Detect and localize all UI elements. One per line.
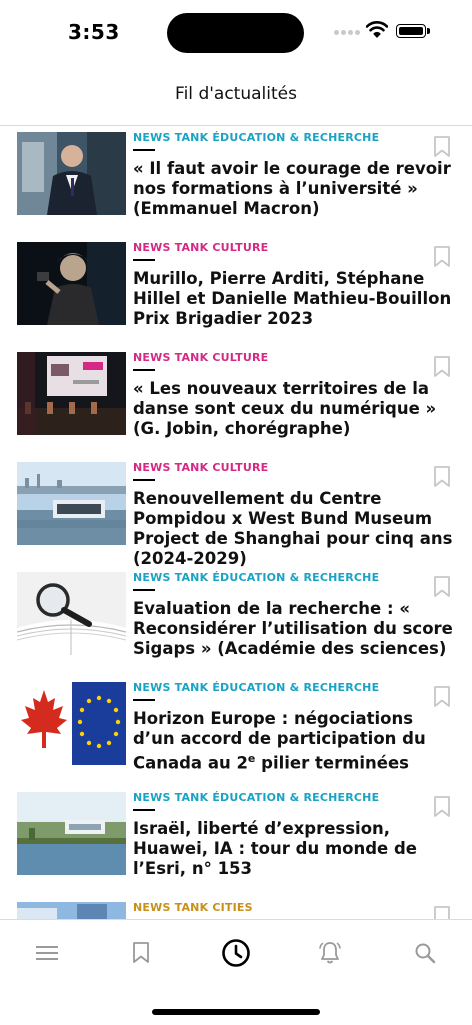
article-headline[interactable]: Renouvellement du Centre Pompidou x West… [133, 489, 453, 569]
news-item[interactable]: NEWS TANK ÉDUCATION & RECHERCHE Evaluati… [0, 566, 472, 676]
bookmark-icon[interactable] [433, 246, 451, 268]
news-item[interactable]: NEWS TANK CULTURE Renouvellement du Cent… [0, 456, 472, 569]
bell-icon [319, 942, 341, 964]
tab-news-feed[interactable] [219, 938, 253, 968]
news-item[interactable]: NEWS TANK CULTURE Murillo, Pierre Arditi… [0, 236, 472, 346]
category-divider [133, 479, 155, 481]
bookmark-icon[interactable] [433, 796, 451, 818]
category-label: NEWS TANK CITIES [133, 901, 253, 914]
category-divider [133, 369, 155, 371]
dynamic-island [167, 13, 304, 53]
category-label: NEWS TANK ÉDUCATION & RECHERCHE [133, 571, 380, 584]
clock-icon [222, 939, 250, 967]
bookmark-icon[interactable] [433, 136, 451, 158]
bookmark-icon [133, 942, 149, 963]
article-thumbnail [17, 132, 126, 215]
article-thumbnail [17, 572, 126, 655]
headline-text-end: pilier terminées [255, 753, 409, 773]
news-item[interactable]: NEWS TANK CULTURE « Les nouveaux territo… [0, 346, 472, 456]
article-thumbnail [17, 902, 126, 919]
menu-icon [36, 946, 58, 960]
wifi-icon [365, 20, 389, 38]
article-thumbnail [17, 352, 126, 435]
category-divider [133, 809, 155, 811]
article-thumbnail [17, 462, 126, 545]
bookmark-icon[interactable] [433, 356, 451, 378]
article-headline[interactable]: Evaluation de la recherche : « Reconsidé… [133, 599, 453, 659]
tab-search[interactable] [408, 938, 442, 968]
bookmark-icon[interactable] [433, 906, 451, 919]
news-item[interactable]: NEWS TANK ÉDUCATION & RECHERCHE Israël, … [0, 786, 472, 896]
home-indicator [152, 1009, 320, 1015]
article-headline[interactable]: Horizon Europe : négociations d’un accor… [133, 709, 453, 774]
category-divider [133, 699, 155, 701]
status-time: 3:53 [68, 20, 120, 44]
article-headline[interactable]: « Les nouveaux territoires de la danse s… [133, 379, 453, 439]
news-feed[interactable]: NEWS TANK ÉDUCATION & RECHERCHE « Il fau… [0, 126, 472, 919]
category-label: NEWS TANK CULTURE [133, 461, 269, 474]
bookmark-icon[interactable] [433, 466, 451, 488]
category-divider [133, 149, 155, 151]
category-label: NEWS TANK ÉDUCATION & RECHERCHE [133, 681, 380, 694]
news-item[interactable]: NEWS TANK ÉDUCATION & RECHERCHE Horizon … [0, 676, 472, 786]
news-item[interactable]: NEWS TANK ÉDUCATION & RECHERCHE « Il fau… [0, 126, 472, 236]
bookmark-icon[interactable] [433, 686, 451, 708]
news-item[interactable]: NEWS TANK CITIES [0, 896, 472, 919]
category-label: NEWS TANK CULTURE [133, 241, 269, 254]
article-thumbnail [17, 792, 126, 875]
battery-icon [396, 24, 430, 38]
category-label: NEWS TANK ÉDUCATION & RECHERCHE [133, 791, 380, 804]
category-label: NEWS TANK CULTURE [133, 351, 269, 364]
search-icon [415, 943, 436, 964]
status-bar: 3:53 [0, 0, 472, 64]
article-headline[interactable]: Israël, liberté d’expression, Huawei, IA… [133, 819, 453, 879]
category-label: NEWS TANK ÉDUCATION & RECHERCHE [133, 131, 380, 144]
tab-menu[interactable] [30, 938, 64, 968]
article-headline[interactable]: « Il faut avoir le courage de revoir nos… [133, 159, 453, 219]
tab-alerts[interactable] [313, 938, 347, 968]
page-title: Fil d'actualités [175, 84, 297, 104]
category-divider [133, 589, 155, 591]
bookmark-icon[interactable] [433, 576, 451, 598]
cellular-signal-icon [334, 28, 360, 36]
tab-bookmarks[interactable] [124, 938, 158, 968]
article-thumbnail [17, 242, 126, 325]
article-headline[interactable]: Murillo, Pierre Arditi, Stéphane Hillel … [133, 269, 453, 329]
article-thumbnail [17, 682, 126, 765]
category-divider [133, 259, 155, 261]
